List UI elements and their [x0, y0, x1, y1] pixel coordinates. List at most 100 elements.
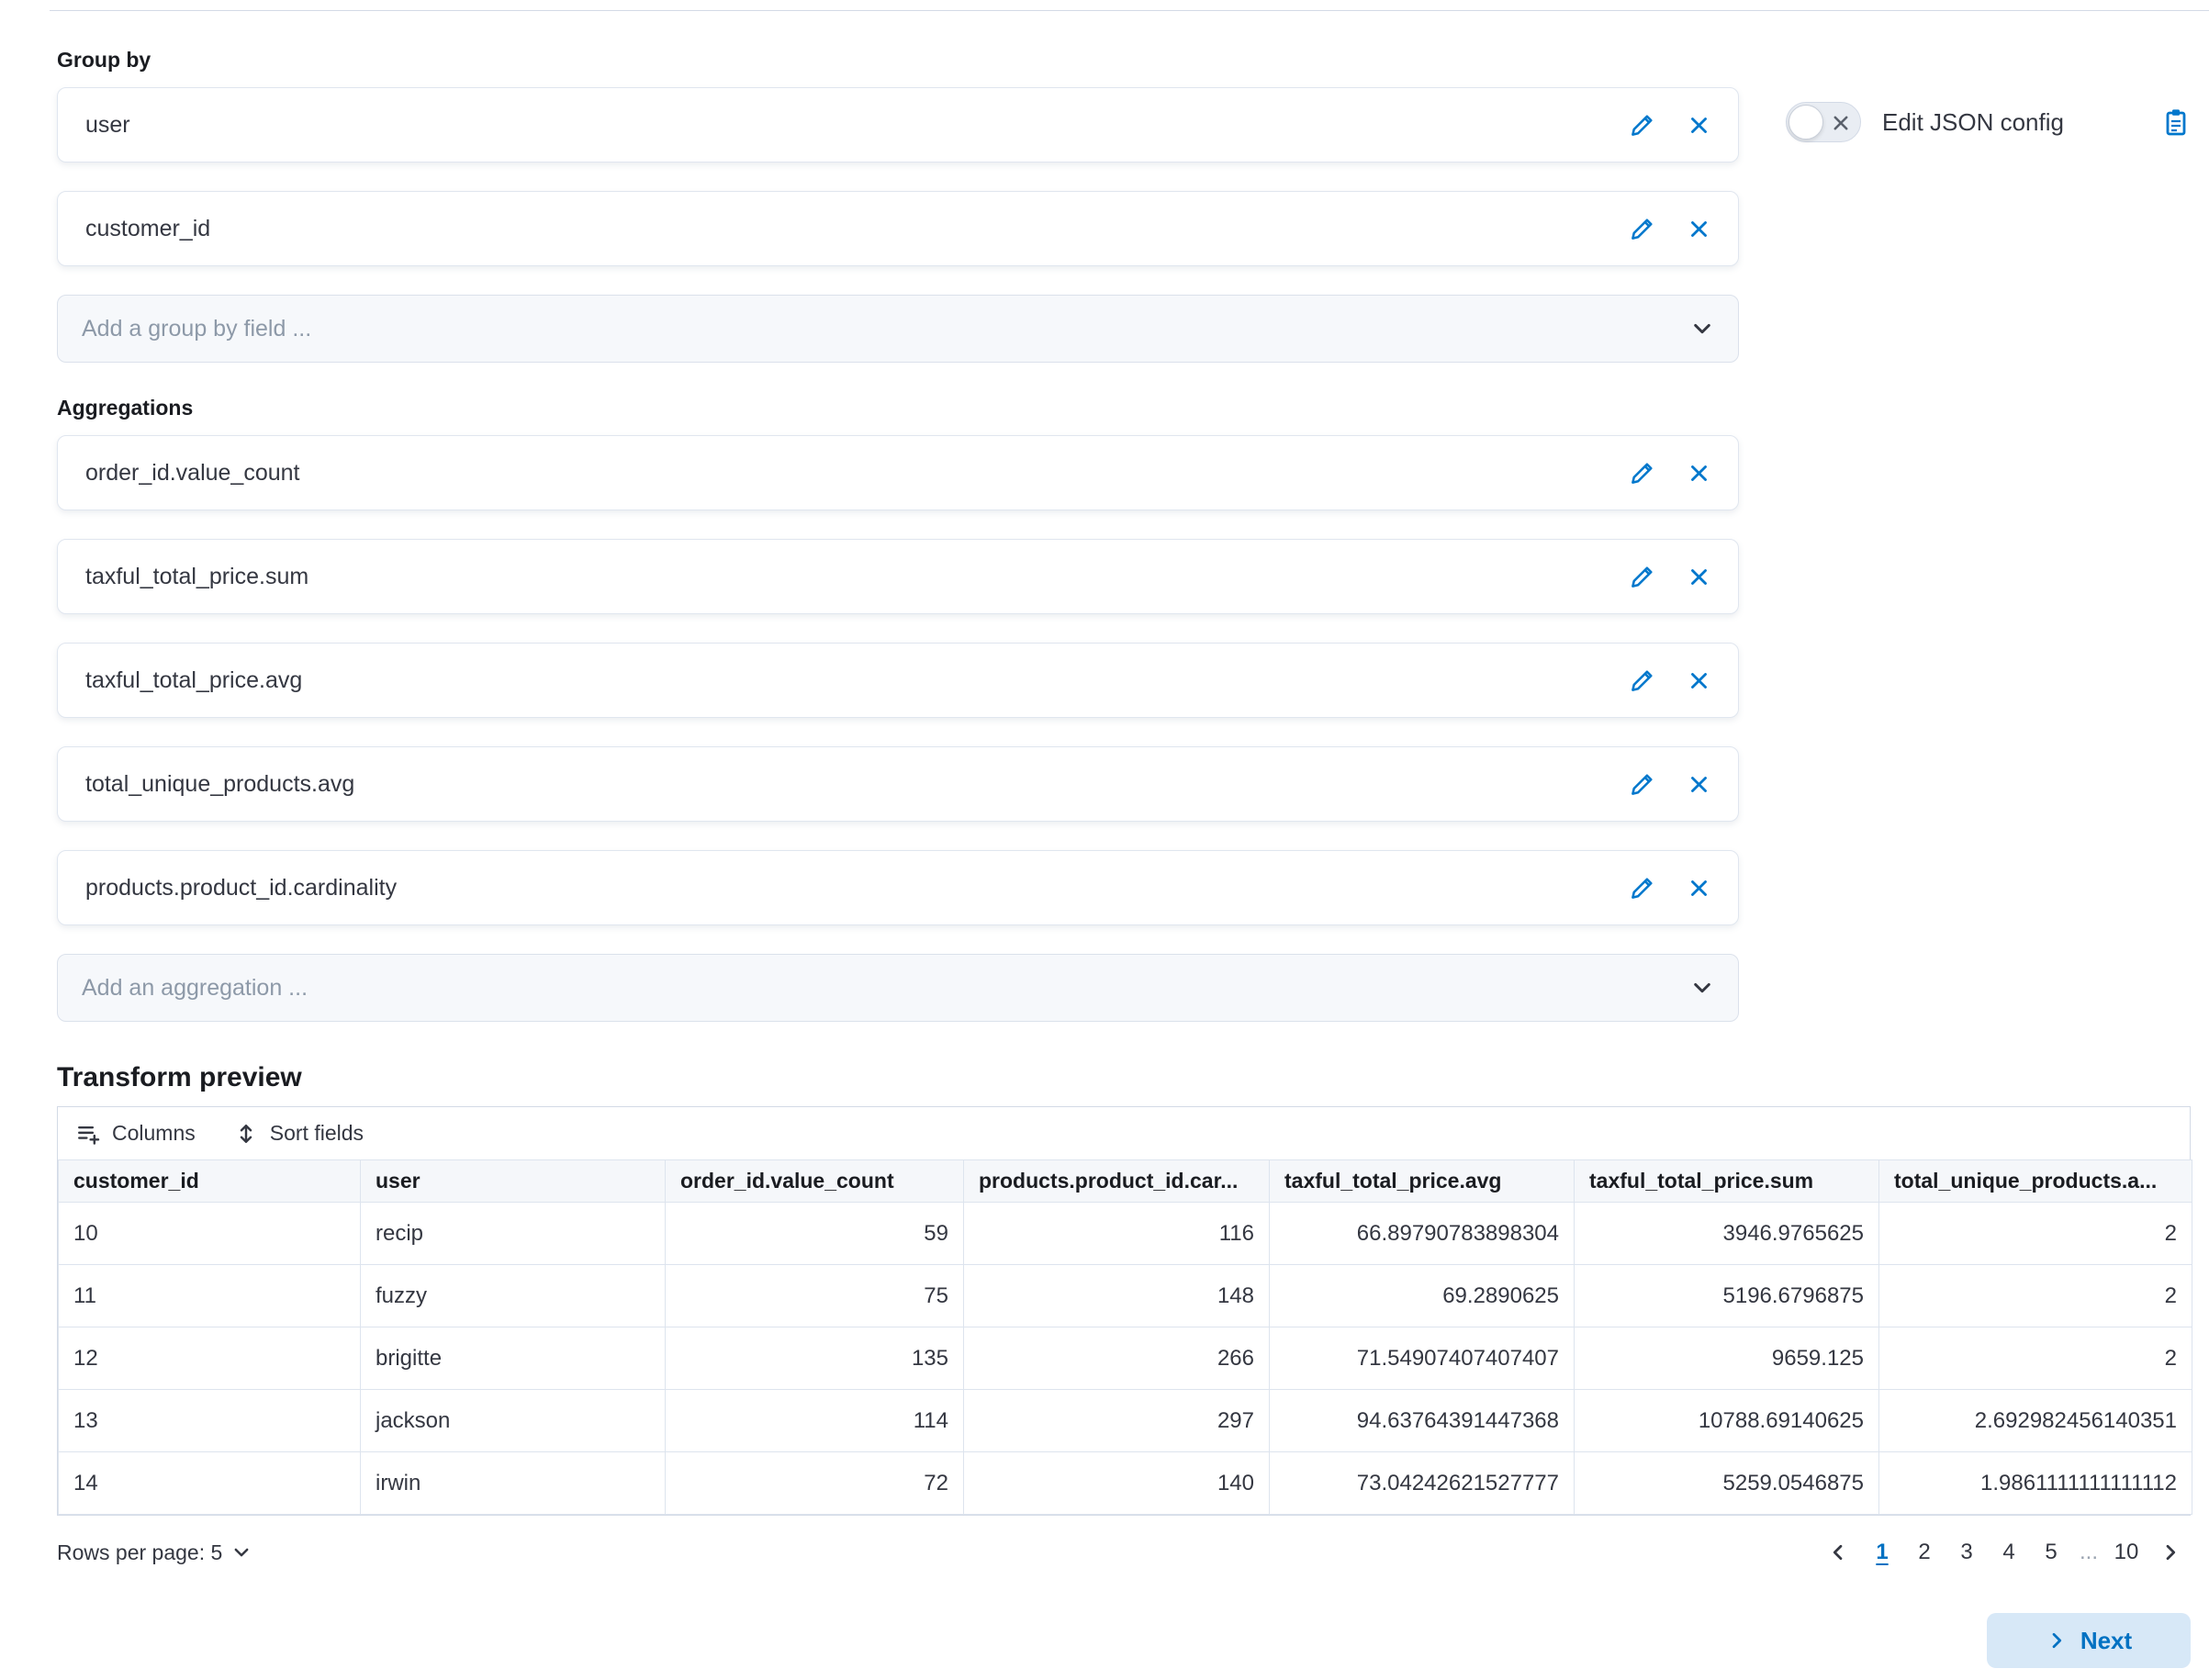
transform-preview-title: Transform preview: [57, 1062, 2191, 1093]
cell-price-avg: 66.89790783898304: [1270, 1203, 1575, 1265]
close-icon[interactable]: [1688, 773, 1710, 796]
group-by-item-label: customer_id: [85, 216, 1630, 242]
transform-wizard-page: Edit JSON config Group by user customer_…: [0, 0, 2209, 1680]
cell-price-avg: 73.04242621527777: [1270, 1452, 1575, 1515]
next-page-icon[interactable]: [2159, 1541, 2181, 1563]
column-header-taxful-total-price-avg[interactable]: taxful_total_price.avg: [1270, 1160, 1575, 1203]
cell-price-sum: 10788.69140625: [1575, 1390, 1879, 1452]
close-icon[interactable]: [1688, 218, 1710, 241]
page-button-3[interactable]: 3: [1948, 1534, 1985, 1571]
page-button-10[interactable]: 10: [2108, 1534, 2145, 1571]
page-button-4[interactable]: 4: [1990, 1534, 2027, 1571]
cell-order-count: 75: [666, 1265, 964, 1327]
close-icon[interactable]: [1688, 877, 1710, 900]
pagination-ellipsis: ...: [2075, 1534, 2102, 1571]
chevron-down-icon: [231, 1542, 252, 1562]
aggregation-item-label: taxful_total_price.sum: [85, 564, 1630, 590]
cell-customer-id: 12: [59, 1327, 361, 1390]
add-aggregation-select[interactable]: Add an aggregation ...: [57, 954, 1739, 1022]
table-row: 14 irwin 72 140 73.04242621527777 5259.0…: [59, 1452, 2192, 1515]
pill-actions: [1630, 217, 1710, 241]
cell-product-cardinality: 148: [964, 1265, 1270, 1327]
add-group-by-field-select[interactable]: Add a group by field ...: [57, 295, 1739, 363]
group-by-section: Group by user customer_id Add a group by…: [57, 48, 2191, 363]
cell-price-sum: 3946.9765625: [1575, 1203, 1879, 1265]
cell-unique-products-avg: 2: [1879, 1327, 2192, 1390]
cell-price-avg: 71.54907407407407: [1270, 1327, 1575, 1390]
close-icon[interactable]: [1688, 669, 1710, 692]
cell-unique-products-avg: 2: [1879, 1265, 2192, 1327]
cell-customer-id: 11: [59, 1265, 361, 1327]
aggregation-item-label: taxful_total_price.avg: [85, 667, 1630, 694]
edit-icon[interactable]: [1630, 461, 1654, 486]
rows-per-page-button[interactable]: Rows per page: 5: [57, 1540, 252, 1565]
pagination: 1 2 3 4 5 ... 10: [1818, 1534, 2191, 1571]
cell-product-cardinality: 140: [964, 1452, 1270, 1515]
aggregation-item-products-product-id-cardinality: products.product_id.cardinality: [57, 850, 1739, 925]
close-icon[interactable]: [1688, 566, 1710, 588]
aggregation-item-total-unique-products-avg: total_unique_products.avg: [57, 746, 1739, 822]
preview-table: customer_id user order_id.value_count pr…: [58, 1159, 2192, 1515]
edit-icon[interactable]: [1630, 668, 1654, 693]
page-button-1[interactable]: 1: [1864, 1534, 1901, 1571]
cell-customer-id: 10: [59, 1203, 361, 1265]
transform-preview-section: Transform preview Columns Sort fields: [57, 1062, 2191, 1668]
group-by-item-user: user: [57, 87, 1739, 162]
edit-icon[interactable]: [1630, 876, 1654, 901]
table-row: 13 jackson 114 297 94.63764391447368 107…: [59, 1390, 2192, 1452]
column-header-taxful-total-price-sum[interactable]: taxful_total_price.sum: [1575, 1160, 1879, 1203]
pill-actions: [1630, 668, 1710, 693]
edit-icon[interactable]: [1630, 113, 1654, 138]
close-icon[interactable]: [1688, 462, 1710, 485]
top-divider: [50, 10, 2209, 11]
column-header-customer-id[interactable]: customer_id: [59, 1160, 361, 1203]
cell-unique-products-avg: 1.9861111111111112: [1879, 1452, 2192, 1515]
cell-price-sum: 5196.6796875: [1575, 1265, 1879, 1327]
cell-order-count: 135: [666, 1327, 964, 1390]
aggregation-item-label: total_unique_products.avg: [85, 771, 1630, 798]
sort-fields-button-label: Sort fields: [270, 1121, 364, 1146]
aggregation-item-taxful-total-price-sum: taxful_total_price.sum: [57, 539, 1739, 614]
next-button-label: Next: [2080, 1627, 2132, 1655]
columns-button-label: Columns: [112, 1121, 196, 1146]
table-row: 12 brigitte 135 266 71.54907407407407 96…: [59, 1327, 2192, 1390]
sort-icon: [234, 1122, 258, 1146]
pill-actions: [1630, 113, 1710, 138]
cell-price-avg: 94.63764391447368: [1270, 1390, 1575, 1452]
column-header-products-product-id-cardinality[interactable]: products.product_id.car...: [964, 1160, 1270, 1203]
rows-per-page-label: Rows per page: 5: [57, 1540, 222, 1565]
cell-unique-products-avg: 2: [1879, 1203, 2192, 1265]
edit-icon[interactable]: [1630, 772, 1654, 797]
column-header-total-unique-products-avg[interactable]: total_unique_products.a...: [1879, 1160, 2192, 1203]
cell-order-count: 114: [666, 1390, 964, 1452]
pill-actions: [1630, 565, 1710, 589]
table-footer: Rows per page: 5 1 2 3 4 5 ... 10: [57, 1534, 2191, 1571]
next-button[interactable]: Next: [1987, 1613, 2191, 1668]
close-icon[interactable]: [1688, 114, 1710, 137]
aggregations-section: Aggregations order_id.value_count taxful…: [57, 396, 2191, 1022]
cell-user: brigitte: [361, 1327, 666, 1390]
pill-actions: [1630, 876, 1710, 901]
edit-icon[interactable]: [1630, 217, 1654, 241]
preview-table-panel: Columns Sort fields customer_id: [57, 1106, 2191, 1516]
pill-actions: [1630, 772, 1710, 797]
previous-page-icon[interactable]: [1827, 1541, 1849, 1563]
cell-unique-products-avg: 2.692982456140351: [1879, 1390, 2192, 1452]
group-by-label: Group by: [57, 48, 2191, 73]
columns-button[interactable]: Columns: [76, 1121, 196, 1146]
cell-customer-id: 14: [59, 1452, 361, 1515]
group-by-item-customer-id: customer_id: [57, 191, 1739, 266]
page-button-2[interactable]: 2: [1906, 1534, 1943, 1571]
cell-price-sum: 9659.125: [1575, 1327, 1879, 1390]
wizard-content: Group by user customer_id Add a group by…: [57, 37, 2191, 1668]
cell-product-cardinality: 116: [964, 1203, 1270, 1265]
edit-icon[interactable]: [1630, 565, 1654, 589]
add-group-by-placeholder: Add a group by field ...: [82, 316, 1690, 342]
column-header-user[interactable]: user: [361, 1160, 666, 1203]
column-header-order-id-value-count[interactable]: order_id.value_count: [666, 1160, 964, 1203]
chevron-down-icon: [1690, 317, 1714, 341]
aggregation-item-label: products.product_id.cardinality: [85, 875, 1630, 902]
sort-fields-button[interactable]: Sort fields: [234, 1121, 364, 1146]
table-row: 11 fuzzy 75 148 69.2890625 5196.6796875 …: [59, 1265, 2192, 1327]
page-button-5[interactable]: 5: [2033, 1534, 2069, 1571]
